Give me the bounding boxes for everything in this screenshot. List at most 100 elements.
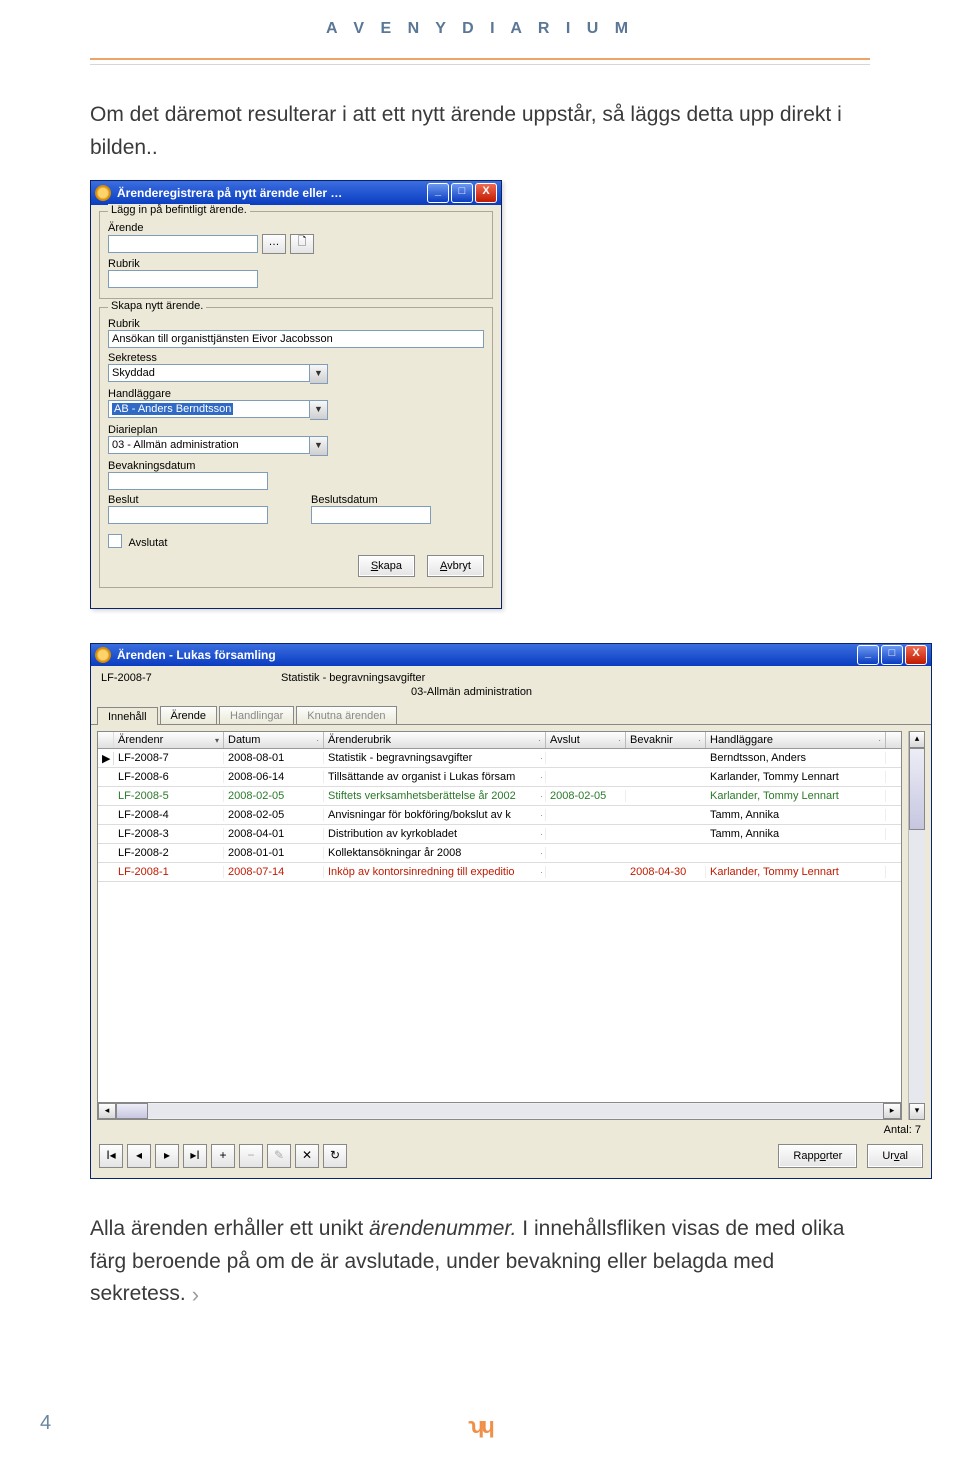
info-nr: LF-2008-7 (101, 672, 281, 684)
close-button[interactable]: X (475, 183, 497, 203)
antal-label: Antal: (884, 1124, 912, 1136)
hscroll-track[interactable] (148, 1104, 883, 1118)
col-rubrik[interactable]: Ärenderubrik· (324, 732, 546, 748)
nav-add-icon[interactable]: + (211, 1144, 235, 1168)
antal-value: 7 (915, 1124, 921, 1136)
logo-icon: ʮɥ (468, 1413, 492, 1439)
browse-button[interactable]: … (262, 234, 286, 254)
tab-knutna[interactable]: Knutna ärenden (296, 706, 396, 724)
info-diarieplan: 03-Allmän administration (281, 686, 532, 698)
paragraph-2: Alla ärenden erhåller ett unikt ärendenu… (90, 1213, 870, 1312)
nav-refresh-icon[interactable]: ↻ (323, 1144, 347, 1168)
page-number: 4 (40, 1412, 51, 1435)
vscroll-thumb[interactable] (909, 748, 925, 830)
avbryt-button[interactable]: AvbrytAvbryt (427, 555, 484, 577)
table-row[interactable]: LF-2008-52008-02-05Stiftets verksamhetsb… (98, 787, 901, 806)
nav-first-icon[interactable]: I◂ (99, 1144, 123, 1168)
dialog-titlebar[interactable]: Ärenderegistrera på nytt ärende eller … … (91, 181, 501, 205)
scroll-right-icon[interactable]: ▸ (883, 1103, 901, 1119)
col-bevaknir[interactable]: Bevaknir· (626, 732, 706, 748)
nav-last-icon[interactable]: ▸I (183, 1144, 207, 1168)
sekretess-select[interactable]: ▼ (108, 364, 328, 384)
hscroll-thumb[interactable] (116, 1103, 148, 1119)
skapa-button[interactable]: SSkapakapa (358, 555, 415, 577)
caret-down-icon[interactable]: ▼ (310, 436, 328, 456)
diarieplan-select[interactable]: ▼ (108, 436, 328, 456)
col-datum[interactable]: Datum· (224, 732, 324, 748)
sekretess-label: Sekretess (108, 352, 484, 364)
tab-handlingar[interactable]: Handlingar (219, 706, 294, 724)
cell-bevaknir: 2008-04-30 (626, 866, 706, 878)
list-titlebar[interactable]: Ärenden - Lukas församling _ □ X (91, 644, 931, 666)
arende-input[interactable] (108, 235, 258, 253)
table-row[interactable]: LF-2008-22008-01-01Kollektansökningar år… (98, 844, 901, 863)
sekretess-value[interactable] (108, 364, 310, 382)
page-header: A V E N Y D I A R I U M (90, 0, 870, 38)
scroll-left-icon[interactable]: ◂ (98, 1103, 116, 1119)
beslutdatum-input[interactable] (311, 506, 431, 524)
hscroll[interactable]: ◂ ▸ (97, 1103, 902, 1120)
col-arendenr[interactable]: Ärendenr▾ (114, 732, 224, 748)
handlaggare-select[interactable]: AB - Anders Berndtsson▼ (108, 400, 328, 420)
cell-datum: 2008-06-14 (224, 771, 324, 783)
col-marker[interactable] (98, 732, 114, 748)
col-handlaggare[interactable]: Handläggare· (706, 732, 886, 748)
group-nytt-label: Skapa nytt ärende. (108, 300, 206, 312)
scroll-up-icon[interactable]: ▴ (909, 731, 925, 748)
grid-header: Ärendenr▾ Datum· Ärenderubrik· Avslut· B… (98, 732, 901, 749)
cell-nr: LF-2008-2 (114, 847, 224, 859)
dialog-arende-registrera: Ärenderegistrera på nytt ärende eller … … (90, 180, 502, 609)
diarieplan-value[interactable] (108, 436, 310, 454)
scroll-down-icon[interactable]: ▾ (909, 1103, 925, 1120)
cell-handlaggare: Tamm, Annika (706, 809, 886, 821)
vscroll[interactable]: ▴ ▾ (908, 731, 925, 1120)
col-avslut[interactable]: Avslut· (546, 732, 626, 748)
nav-cancel-icon[interactable]: ✕ (295, 1144, 319, 1168)
bevak-input[interactable] (108, 472, 268, 490)
cell-datum: 2008-02-05 (224, 790, 324, 802)
maximize-button[interactable]: □ (451, 183, 473, 203)
group-nytt: Skapa nytt ärende. Rubrik Sekretess ▼ Ha… (99, 307, 493, 588)
cell-rubrik: Stiftets verksamhetsberättelse år 2002· (324, 790, 546, 802)
cell-handlaggare: Berndtsson, Anders (706, 752, 886, 764)
tab-innehall[interactable]: Innehåll (97, 707, 158, 725)
caret-down-icon[interactable]: ▼ (310, 400, 328, 420)
arende-label: Ärende (108, 222, 484, 234)
caret-down-icon[interactable]: ▼ (310, 364, 328, 384)
minimize-button[interactable]: _ (857, 645, 879, 665)
table-row[interactable]: LF-2008-62008-06-14Tillsättande av organ… (98, 768, 901, 787)
vscroll-track[interactable] (909, 830, 925, 1103)
nav-next-icon[interactable]: ▸ (155, 1144, 179, 1168)
tab-arende[interactable]: Ärende (160, 706, 217, 724)
handlaggare-label: Handläggare (108, 388, 484, 400)
rule-orange (90, 58, 870, 60)
cell-datum: 2008-07-14 (224, 866, 324, 878)
bevak-label: Bevakningsdatum (108, 460, 484, 472)
beslut-input[interactable] (108, 506, 268, 524)
table-row[interactable]: LF-2008-12008-07-14Inköp av kontorsinred… (98, 863, 901, 882)
table-row[interactable]: LF-2008-42008-02-05Anvisningar för bokfö… (98, 806, 901, 825)
list-title: Ärenden - Lukas församling (117, 648, 855, 662)
cell-rubrik: Distribution av kyrkobladet· (324, 828, 546, 840)
avslutat-checkbox[interactable] (108, 534, 122, 548)
table-row[interactable]: ▶LF-2008-72008-08-01Statistik - begravni… (98, 749, 901, 768)
maximize-button[interactable]: □ (881, 645, 903, 665)
rapporter-button[interactable]: RapporterRapporter (778, 1144, 857, 1168)
cell-nr: LF-2008-6 (114, 771, 224, 783)
rule-grey (90, 64, 870, 65)
urval-button[interactable]: UrvalUrval (867, 1144, 923, 1168)
minimize-button[interactable]: _ (427, 183, 449, 203)
cell-datum: 2008-08-01 (224, 752, 324, 764)
nav-prev-icon[interactable]: ◂ (127, 1144, 151, 1168)
row-marker-icon: ▶ (98, 752, 114, 765)
table-row[interactable]: LF-2008-32008-04-01Distribution av kyrko… (98, 825, 901, 844)
nav-delete-icon[interactable]: − (239, 1144, 263, 1168)
nav-toolbar: I◂ ◂ ▸ ▸I + − ✎ ✕ ↻ RapporterRapporter U… (91, 1138, 931, 1178)
nav-edit-icon[interactable]: ✎ (267, 1144, 291, 1168)
cell-handlaggare: Tamm, Annika (706, 828, 886, 840)
group-befintligt: Lägg in på befintligt ärende. Ärende … 🗋… (99, 211, 493, 299)
rubrik1-input[interactable] (108, 270, 258, 288)
rubrik-input[interactable] (108, 330, 484, 348)
new-doc-icon[interactable]: 🗋 (290, 234, 314, 254)
close-button[interactable]: X (905, 645, 927, 665)
